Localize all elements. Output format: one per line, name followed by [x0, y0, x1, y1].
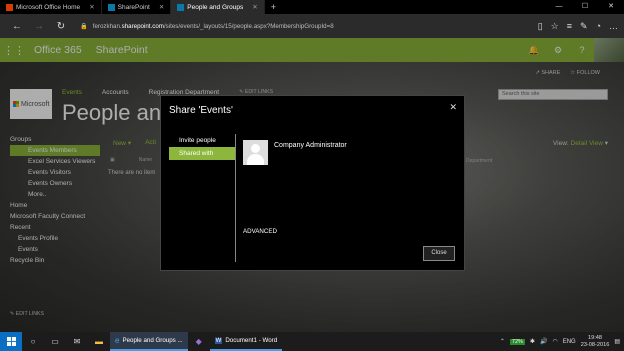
close-button[interactable]: Close — [423, 246, 455, 261]
tab-label: SharePoint — [117, 3, 150, 11]
sharepoint-favicon-icon — [177, 3, 185, 11]
refresh-icon[interactable]: ↻ — [50, 21, 72, 32]
sharepoint-favicon-icon — [107, 3, 115, 11]
close-tab-icon[interactable]: ✕ — [159, 3, 164, 11]
taskbar-edge-app[interactable]: e People and Groups ... — [110, 332, 188, 351]
battery-indicator[interactable]: 72% — [509, 338, 525, 345]
reading-view-icon[interactable]: ▯ — [538, 21, 543, 32]
url-text: ferozkhan.sharepoint.com/sites/events/_l… — [92, 22, 334, 30]
close-tab-icon[interactable]: ✕ — [89, 3, 94, 11]
lock-icon: 🔒 — [80, 23, 88, 30]
browser-tab-people-groups[interactable]: People and Groups ✕ — [171, 0, 265, 14]
minimize-icon[interactable]: — — [546, 0, 572, 14]
taskbar-app-label: Document1 - Word — [225, 337, 278, 344]
edge-icon: e — [115, 336, 120, 345]
task-view-icon[interactable]: ▭ — [44, 337, 66, 346]
clock-date: 23-08-2016 — [580, 341, 610, 348]
hub-icon[interactable]: ≡ — [567, 21, 572, 32]
shared-member[interactable]: Company Administrator — [243, 140, 347, 165]
taskbar-word-app[interactable]: W Document1 - Word — [209, 332, 283, 351]
address-bar: ← → ↻ 🔒 ferozkhan.sharepoint.com/sites/e… — [0, 14, 624, 38]
window-controls: — ☐ ✕ — [546, 0, 624, 14]
user-placeholder-icon — [243, 140, 268, 165]
share-browser-icon[interactable]: ◔ — [596, 21, 601, 32]
dialog-title: Share 'Events' — [169, 105, 233, 116]
cortana-icon[interactable]: ○ — [22, 337, 44, 346]
more-icon[interactable]: … — [609, 21, 618, 32]
file-explorer-icon[interactable]: ▬ — [88, 337, 110, 346]
advanced-link[interactable]: ADVANCED — [243, 228, 277, 235]
word-icon: W — [214, 337, 223, 344]
volume-icon[interactable]: 🔊 — [540, 338, 547, 345]
maximize-icon[interactable]: ☐ — [572, 0, 598, 14]
wifi-icon[interactable]: ◠ — [552, 338, 557, 345]
browser-tools: ▯ ☆ ≡ ✎ ◔ … — [538, 21, 618, 32]
windows-taskbar: ○ ▭ ✉ ▬ e People and Groups ... ◆ W Docu… — [0, 332, 624, 351]
dialog-close-icon[interactable]: ✕ — [449, 102, 457, 113]
language-indicator[interactable]: ENG — [563, 339, 576, 345]
taskbar-app-label: People and Groups ... — [122, 337, 183, 344]
shared-with-tab[interactable]: Shared with — [169, 147, 235, 160]
mail-icon[interactable]: ✉ — [66, 337, 88, 346]
url-field[interactable]: 🔒 ferozkhan.sharepoint.com/sites/events/… — [80, 22, 538, 31]
dialog-divider — [235, 134, 236, 262]
member-name: Company Administrator — [274, 142, 347, 149]
new-tab-button[interactable]: + — [265, 2, 282, 12]
system-tray: ⌃ 72% ✱ 🔊 ◠ ENG 19:48 23-08-2016 ▤ — [500, 332, 624, 351]
clock-time: 19:48 — [588, 334, 603, 341]
action-center-icon[interactable]: ▤ — [614, 338, 620, 345]
notes-icon[interactable]: ✎ — [580, 21, 588, 32]
visual-studio-icon[interactable]: ◆ — [188, 337, 210, 346]
close-tab-icon[interactable]: ✕ — [252, 3, 257, 11]
windows-start-icon[interactable] — [0, 332, 22, 351]
forward-icon[interactable]: → — [28, 21, 50, 32]
favorite-star-icon[interactable]: ☆ — [551, 21, 559, 32]
close-window-icon[interactable]: ✕ — [598, 0, 624, 14]
office-favicon-icon — [6, 3, 13, 11]
browser-tab-office-home[interactable]: Microsoft Office Home ✕ — [0, 0, 102, 14]
share-dialog: Share 'Events' ✕ Invite people Shared wi… — [160, 95, 465, 271]
clock[interactable]: 19:48 23-08-2016 — [581, 335, 610, 349]
invite-people-tab[interactable]: Invite people — [169, 134, 235, 147]
browser-tab-sharepoint[interactable]: SharePoint ✕ — [102, 0, 172, 14]
back-icon[interactable]: ← — [6, 21, 28, 32]
bluetooth-icon[interactable]: ✱ — [530, 338, 535, 345]
browser-tab-bar: Microsoft Office Home ✕ SharePoint ✕ Peo… — [0, 0, 624, 14]
tab-label: Microsoft Office Home — [16, 3, 81, 11]
dialog-side-nav: Invite people Shared with — [169, 134, 235, 160]
tray-arrow-icon[interactable]: ⌃ — [500, 338, 505, 345]
tab-label: People and Groups — [187, 3, 244, 11]
